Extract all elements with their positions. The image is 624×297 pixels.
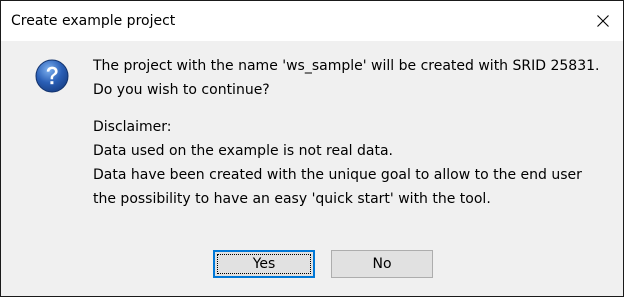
question-icon <box>35 59 69 93</box>
disclaimer-line-2: Data have been created with the unique g… <box>93 167 582 183</box>
dialog-body: The project with the name 'ws_sample' wi… <box>1 41 623 296</box>
message-text: The project with the name 'ws_sample' wi… <box>93 54 621 211</box>
message-line-1: The project with the name 'ws_sample' wi… <box>93 58 600 74</box>
no-button-label: No <box>372 256 392 272</box>
no-button[interactable]: No <box>331 250 433 278</box>
close-icon <box>597 15 609 27</box>
disclaimer-line-1: Data used on the example is not real dat… <box>93 143 393 159</box>
message-line-2: Do you wish to continue? <box>93 82 270 98</box>
disclaimer-heading: Disclaimer: <box>93 119 172 135</box>
create-example-project-dialog: Create example project The project with … <box>0 0 624 297</box>
yes-button[interactable]: Yes <box>213 250 315 278</box>
yes-button-label: Yes <box>252 256 276 272</box>
disclaimer-line-3: the possibility to have an easy 'quick s… <box>93 191 491 207</box>
close-button[interactable] <box>579 1 623 41</box>
title-bar: Create example project <box>1 1 623 41</box>
dialog-title: Create example project <box>11 13 176 29</box>
